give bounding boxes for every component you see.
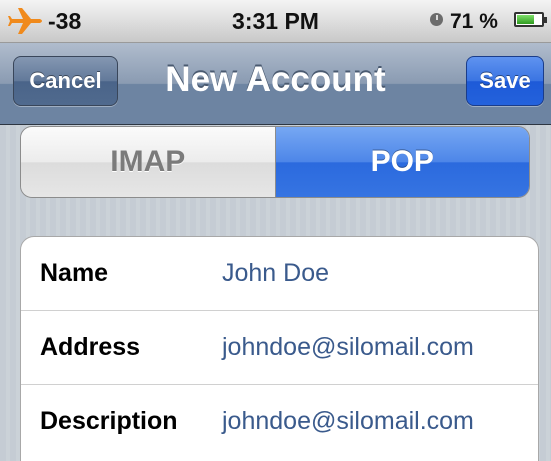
address-label: Address (40, 333, 141, 361)
battery-percent: 71 % (450, 10, 498, 33)
screen: -38 3:31 PM 71 % Cancel New Account Save… (0, 0, 551, 461)
account-type-segmented-control: IMAP POP (20, 126, 530, 198)
account-form: Name John Doe Address johndoe@silomail.c… (20, 236, 539, 461)
description-field[interactable]: johndoe@silomail.com (222, 385, 474, 458)
nav-bar: Cancel New Account Save (0, 43, 551, 125)
form-row-description[interactable]: Description johndoe@silomail.com (21, 385, 538, 458)
name-label: Name (40, 259, 109, 287)
form-row-name[interactable]: Name John Doe (21, 237, 538, 311)
form-row-address[interactable]: Address johndoe@silomail.com (21, 311, 538, 385)
address-field[interactable]: johndoe@silomail.com (222, 311, 474, 384)
battery-fill (517, 15, 534, 24)
save-button[interactable]: Save (466, 56, 544, 106)
status-bar: -38 3:31 PM 71 % (0, 0, 551, 43)
battery-icon (514, 12, 547, 27)
description-label: Description (40, 407, 178, 435)
segment-pop[interactable]: POP (275, 127, 529, 197)
name-field[interactable]: John Doe (222, 237, 329, 310)
clock-icon (430, 13, 443, 26)
segment-imap[interactable]: IMAP (21, 127, 276, 197)
